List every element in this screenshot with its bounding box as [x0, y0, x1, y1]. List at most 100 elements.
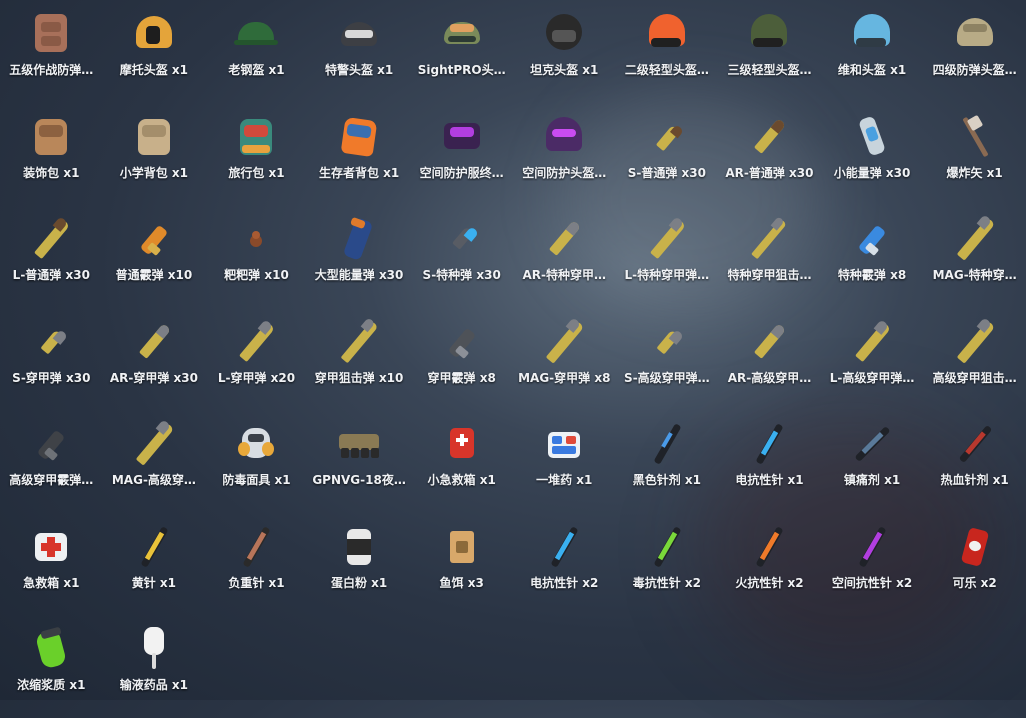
special-shell-icon: [848, 215, 896, 263]
inventory-item[interactable]: AR-穿甲弹 x30: [103, 308, 206, 411]
item-label: 空间抗性针 x2: [831, 575, 913, 590]
poop-round-icon: [232, 215, 280, 263]
armor-vest-icon: [27, 10, 75, 58]
bullet-icon: [540, 215, 588, 263]
inventory-item[interactable]: 摩托头盔 x1: [103, 0, 206, 103]
inventory-item[interactable]: MAG-高级穿…: [103, 410, 206, 513]
item-label: 小学背包 x1: [119, 165, 189, 180]
inventory-item[interactable]: S-穿甲弹 x30: [0, 308, 103, 411]
inventory-item[interactable]: L-特种穿甲弹…: [616, 205, 719, 308]
inventory-item[interactable]: MAG-穿甲弹 x8: [513, 308, 616, 411]
item-label: MAG-高级穿…: [111, 473, 196, 487]
inventory-item[interactable]: 蛋白粉 x1: [308, 513, 411, 616]
item-label: 电抗性针 x2: [530, 575, 599, 590]
inventory-item[interactable]: 输液药品 x1: [103, 615, 206, 718]
inventory-item[interactable]: 特警头盔 x1: [308, 0, 411, 103]
inventory-item[interactable]: 五级作战防弹…: [0, 0, 103, 103]
item-label: 粑粑弹 x10: [224, 268, 289, 282]
inventory-item[interactable]: L-穿甲弹 x20: [205, 308, 308, 411]
inventory-item[interactable]: MAG-特种穿…: [923, 205, 1026, 308]
inventory-item[interactable]: 粑粑弹 x10: [205, 205, 308, 308]
explosive-bolt-icon: [951, 113, 999, 161]
inventory-item[interactable]: 四级防弹头盔…: [923, 0, 1026, 103]
inventory-item[interactable]: 浓缩浆质 x1: [0, 615, 103, 718]
inventory-item[interactable]: 穿甲狙击弹 x10: [308, 308, 411, 411]
item-label: 电抗性针 x1: [735, 473, 804, 487]
inventory-item[interactable]: 热血针剂 x1: [923, 410, 1026, 513]
inventory-item[interactable]: 普通霰弹 x10: [103, 205, 206, 308]
inventory-item[interactable]: 火抗性针 x2: [718, 513, 821, 616]
inventory-item[interactable]: 高级穿甲霰弹…: [0, 410, 103, 513]
inventory-item[interactable]: 鱼饵 x3: [410, 513, 513, 616]
inventory-item[interactable]: 小能量弹 x30: [821, 103, 924, 206]
inventory-item[interactable]: 维和头盔 x1: [821, 0, 924, 103]
item-label: 特种穿甲狙击…: [727, 268, 812, 282]
inventory-item[interactable]: 负重针 x1: [205, 513, 308, 616]
inventory-item[interactable]: 爆炸矢 x1: [923, 103, 1026, 206]
decor-bag-icon: [27, 113, 75, 161]
inventory-item[interactable]: 特种穿甲狙击…: [718, 205, 821, 308]
shotgun-shell-icon: [438, 318, 486, 366]
bullet-icon: [643, 215, 691, 263]
item-label: 空间防护服终…: [419, 165, 504, 180]
inventory-item[interactable]: 一堆药 x1: [513, 410, 616, 513]
inventory-item[interactable]: 装饰包 x1: [0, 103, 103, 206]
inventory-item[interactable]: 老钢盔 x1: [205, 0, 308, 103]
sniper-bullet-icon: [540, 316, 588, 366]
item-label: 可乐 x2: [952, 575, 997, 590]
inventory-item[interactable]: S-高级穿甲弹…: [616, 308, 719, 411]
inventory-item[interactable]: 电抗性针 x1: [718, 410, 821, 513]
item-label: 毒抗性针 x2: [632, 575, 701, 590]
inventory-item[interactable]: 毒抗性针 x2: [616, 513, 719, 616]
item-label: 镇痛剂 x1: [843, 473, 901, 487]
inventory-item[interactable]: GPNVG-18夜…: [308, 410, 411, 513]
inventory-item[interactable]: 可乐 x2: [923, 513, 1026, 616]
inventory-item[interactable]: S-普通弹 x30: [616, 103, 719, 206]
item-label: 四级防弹头盔…: [932, 63, 1017, 77]
inventory-item[interactable]: L-高级穿甲弹…: [821, 308, 924, 411]
inventory-item[interactable]: 坦克头盔 x1: [513, 0, 616, 103]
inventory-item[interactable]: 黑色针剂 x1: [616, 410, 719, 513]
inventory-item[interactable]: 急救箱 x1: [0, 513, 103, 616]
inventory-item[interactable]: 大型能量弹 x30: [308, 205, 411, 308]
inventory-item[interactable]: 二级轻型头盔…: [616, 0, 719, 103]
inventory-item[interactable]: 空间防护头盔…: [513, 103, 616, 206]
item-label: L-高级穿甲弹…: [829, 370, 915, 385]
inventory-item[interactable]: AR-高级穿甲…: [718, 308, 821, 411]
survivor-backpack-icon: [335, 113, 383, 161]
item-label: 普通霰弹 x10: [115, 268, 193, 282]
item-label: L-普通弹 x30: [12, 268, 90, 282]
inventory-item[interactable]: S-特种弹 x30: [410, 205, 513, 308]
bullet-icon: [848, 318, 896, 366]
inventory-item[interactable]: 三级轻型头盔…: [718, 0, 821, 103]
inventory-item[interactable]: 小急救箱 x1: [410, 410, 513, 513]
inventory-item[interactable]: 镇痛剂 x1: [821, 410, 924, 513]
inventory-item[interactable]: 生存者背包 x1: [308, 103, 411, 206]
inventory-item[interactable]: SightPRO头…: [410, 0, 513, 103]
item-label: 大型能量弹 x30: [314, 268, 404, 282]
inventory-item[interactable]: 穿甲霰弹 x8: [410, 308, 513, 411]
inventory-item[interactable]: 空间防护服终…: [410, 103, 513, 206]
inventory-item[interactable]: 电抗性针 x2: [513, 513, 616, 616]
inventory-item[interactable]: 特种霰弹 x8: [821, 205, 924, 308]
inventory-item[interactable]: AR-普通弹 x30: [718, 103, 821, 206]
iv-drip-icon: [130, 625, 178, 673]
inventory-item[interactable]: 空间抗性针 x2: [821, 513, 924, 616]
inventory-item[interactable]: 黄针 x1: [103, 513, 206, 616]
inventory-item[interactable]: 高级穿甲狙击…: [923, 308, 1026, 411]
inventory-item[interactable]: 小学背包 x1: [103, 103, 206, 206]
protein-can-icon: [335, 523, 383, 571]
inventory-item[interactable]: 防毒面具 x1: [205, 410, 308, 513]
item-label: 摩托头盔 x1: [119, 63, 189, 77]
item-label: AR-高级穿甲…: [727, 370, 812, 385]
inventory-item[interactable]: 旅行包 x1: [205, 103, 308, 206]
item-label: 火抗性针 x2: [735, 575, 804, 590]
item-label: 黑色针剂 x1: [632, 473, 701, 487]
syringe-icon: [232, 523, 280, 571]
syringe-icon: [130, 523, 178, 571]
inventory-item[interactable]: L-普通弹 x30: [0, 205, 103, 308]
syringe-icon: [643, 523, 691, 571]
shotgun-shell-icon: [27, 420, 75, 468]
item-label: L-穿甲弹 x20: [217, 370, 296, 385]
inventory-item[interactable]: AR-特种穿甲…: [513, 205, 616, 308]
